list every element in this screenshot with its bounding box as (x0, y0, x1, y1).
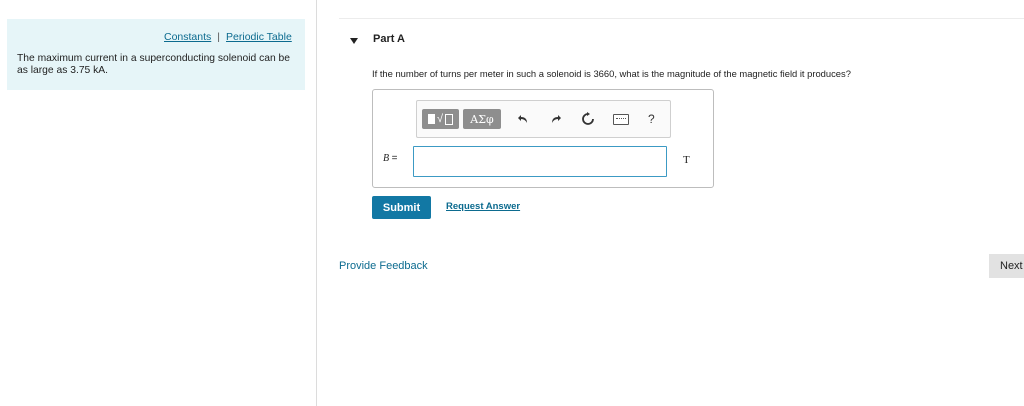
submit-button[interactable]: Submit (372, 196, 431, 219)
part-title: Part A (373, 33, 405, 45)
link-separator: | (217, 31, 221, 43)
provide-feedback-link[interactable]: Provide Feedback (339, 260, 428, 272)
request-answer-link[interactable]: Request Answer (446, 201, 520, 212)
keyboard-icon[interactable] (612, 109, 630, 129)
help-icon[interactable]: ? (648, 109, 655, 129)
top-divider (339, 18, 1024, 19)
math-toolbar: √ ΑΣφ ? (416, 100, 671, 138)
next-button[interactable]: Next (989, 254, 1024, 278)
undo-icon[interactable] (515, 109, 531, 129)
template-box-icon (445, 113, 454, 125)
left-panel: Constants | Periodic Table The maximum cur… (0, 0, 317, 406)
question-text: If the number of turns per meter in such… (372, 68, 851, 79)
sqrt-icon: √ (436, 113, 444, 125)
template-block-icon (427, 114, 435, 124)
collapse-caret-icon[interactable] (350, 38, 358, 44)
variable-name: B (383, 153, 390, 164)
constants-link[interactable]: Constants (164, 31, 211, 43)
redo-icon[interactable] (548, 109, 564, 129)
equals-sign: = (391, 153, 398, 164)
periodic-table-link[interactable]: Periodic Table (226, 31, 292, 43)
unit-label: T (683, 154, 690, 166)
templates-button[interactable]: √ (422, 109, 459, 129)
problem-info-box: Constants | Periodic Table The maximum cur… (7, 19, 305, 90)
problem-statement: The maximum current in a superconducting… (17, 53, 291, 76)
answer-input[interactable] (413, 146, 667, 177)
reset-icon[interactable] (580, 109, 596, 129)
answer-variable-label: B = (383, 153, 397, 164)
resource-links: Constants | Periodic Table (164, 31, 292, 43)
greek-symbols-button[interactable]: ΑΣφ (463, 109, 501, 129)
answer-box: √ ΑΣφ ? B = T (372, 89, 714, 188)
